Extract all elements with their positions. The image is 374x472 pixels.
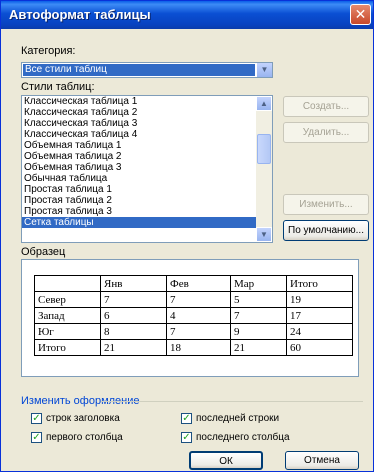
styles-scrollbar[interactable]: ▲ ▼ [256,96,272,242]
list-item[interactable]: Простая таблица 3 [22,206,256,217]
table-cell: Янв [100,275,167,292]
table-row: Запад 6 4 7 17 [34,307,353,324]
delete-button[interactable]: Удалить... [283,122,369,143]
table-cell: 60 [286,339,353,356]
first-column-label: первого столбца [46,432,123,443]
list-item[interactable]: Сетка таблицы [22,217,256,228]
category-select[interactable]: Все стили таблиц ▼ [21,62,273,78]
table-cell: 18 [166,339,231,356]
cancel-button[interactable]: Отмена [285,451,359,470]
table-cell: Фев [166,275,231,292]
preview-label: Образец [21,246,66,258]
table-cell: Итого [286,275,353,292]
category-value: Все стили таблиц [23,64,255,76]
table-cell: 6 [100,307,167,324]
autoformat-dialog: Автоформат таблицы ✕ Категория: Все стил… [0,0,374,472]
create-button[interactable]: Создать... [283,96,369,117]
table-cell [34,275,101,292]
table-cell: 8 [100,323,167,340]
header-rows-label: строк заголовка [46,413,120,424]
list-item[interactable]: Простая таблица 2 [22,195,256,206]
list-item[interactable]: Объемная таблица 2 [22,151,256,162]
first-column-checkbox[interactable]: ✓ первого столбца [31,432,123,443]
list-item[interactable]: Объемная таблица 3 [22,162,256,173]
styles-label: Стили таблиц: [21,81,95,93]
table-cell: 4 [166,307,231,324]
table-cell: 9 [230,323,287,340]
close-icon: ✕ [354,6,367,22]
list-item[interactable]: Объемная таблица 1 [22,140,256,151]
list-item[interactable]: Классическая таблица 1 [22,96,256,107]
table-cell: 21 [100,339,167,356]
table-cell: Запад [34,307,101,324]
table-cell: Итого [34,339,101,356]
list-item[interactable]: Обычная таблица [22,173,256,184]
category-label: Категория: [21,45,76,57]
group-divider [101,401,363,402]
table-cell: 17 [286,307,353,324]
last-column-label: последнего столбца [196,432,290,443]
table-cell: Север [34,291,101,308]
window-title: Автоформат таблицы [9,7,151,22]
table-cell: 19 [286,291,353,308]
table-cell: 21 [230,339,287,356]
table-cell: Мар [230,275,287,292]
table-row: Север 7 7 5 19 [34,291,353,308]
modify-button[interactable]: Изменить... [283,194,369,215]
table-cell: 7 [230,307,287,324]
chevron-down-icon[interactable]: ▼ [256,63,272,77]
table-cell: 7 [100,291,167,308]
table-row: Юг 8 7 9 24 [34,323,353,340]
last-row-label: последней строки [196,413,280,424]
list-item[interactable]: Классическая таблица 4 [22,129,256,140]
check-icon: ✓ [31,413,42,424]
check-icon: ✓ [181,413,192,424]
table-cell: 7 [166,323,231,340]
table-row: Янв Фев Мар Итого [34,275,353,292]
preview-panel: Янв Фев Мар Итого Север 7 7 5 19 Запад 6 4 7 17 Юг 8 7 9 2… [21,259,359,377]
close-button[interactable]: ✕ [350,4,371,25]
scroll-down-icon[interactable]: ▼ [256,227,272,242]
table-cell: 7 [166,291,231,308]
table-cell: 24 [286,323,353,340]
table-cell: 5 [230,291,287,308]
last-column-checkbox[interactable]: ✓ последнего столбца [181,432,290,443]
last-row-checkbox[interactable]: ✓ последней строки [181,413,279,424]
header-rows-checkbox[interactable]: ✓ строк заголовка [31,413,120,424]
check-icon: ✓ [31,432,42,443]
list-item[interactable]: Классическая таблица 2 [22,107,256,118]
table-cell: Юг [34,323,101,340]
scroll-up-icon[interactable]: ▲ [256,96,272,111]
list-item[interactable]: Классическая таблица 3 [22,118,256,129]
title-bar[interactable]: Автоформат таблицы ✕ [1,1,373,29]
styles-list[interactable]: Классическая таблица 1 Классическая табли… [21,95,273,243]
table-row: Итого 21 18 21 60 [34,339,353,356]
default-button[interactable]: По умолчанию... [283,220,369,241]
scroll-thumb[interactable] [257,134,271,164]
list-item[interactable]: Простая таблица 1 [22,184,256,195]
preview-table: Янв Фев Мар Итого Север 7 7 5 19 Запад 6 4 7 17 Юг 8 7 9 2… [34,275,353,356]
ok-button[interactable]: ОК [189,451,263,470]
check-icon: ✓ [181,432,192,443]
